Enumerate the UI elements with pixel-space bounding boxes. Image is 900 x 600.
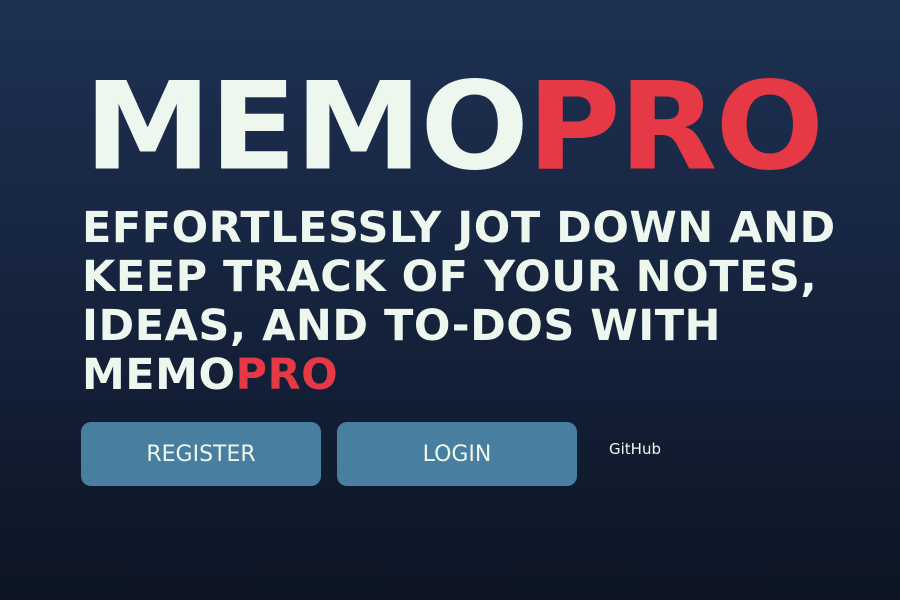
register-button[interactable]: REGISTER: [81, 422, 321, 486]
tagline-brand-memo: MEMO: [82, 350, 236, 400]
tagline-text: EFFORTLESSLY JOT DOWN AND KEEP TRACK OF …: [82, 203, 836, 351]
logo: MEMOPRO: [84, 66, 824, 190]
logo-memo: MEMO: [84, 56, 529, 199]
tagline: EFFORTLESSLY JOT DOWN AND KEEP TRACK OF …: [82, 204, 842, 400]
github-link[interactable]: GitHub: [609, 440, 661, 458]
login-button[interactable]: LOGIN: [337, 422, 577, 486]
tagline-brand-pro: PRO: [235, 350, 339, 400]
logo-pro: PRO: [527, 56, 824, 199]
